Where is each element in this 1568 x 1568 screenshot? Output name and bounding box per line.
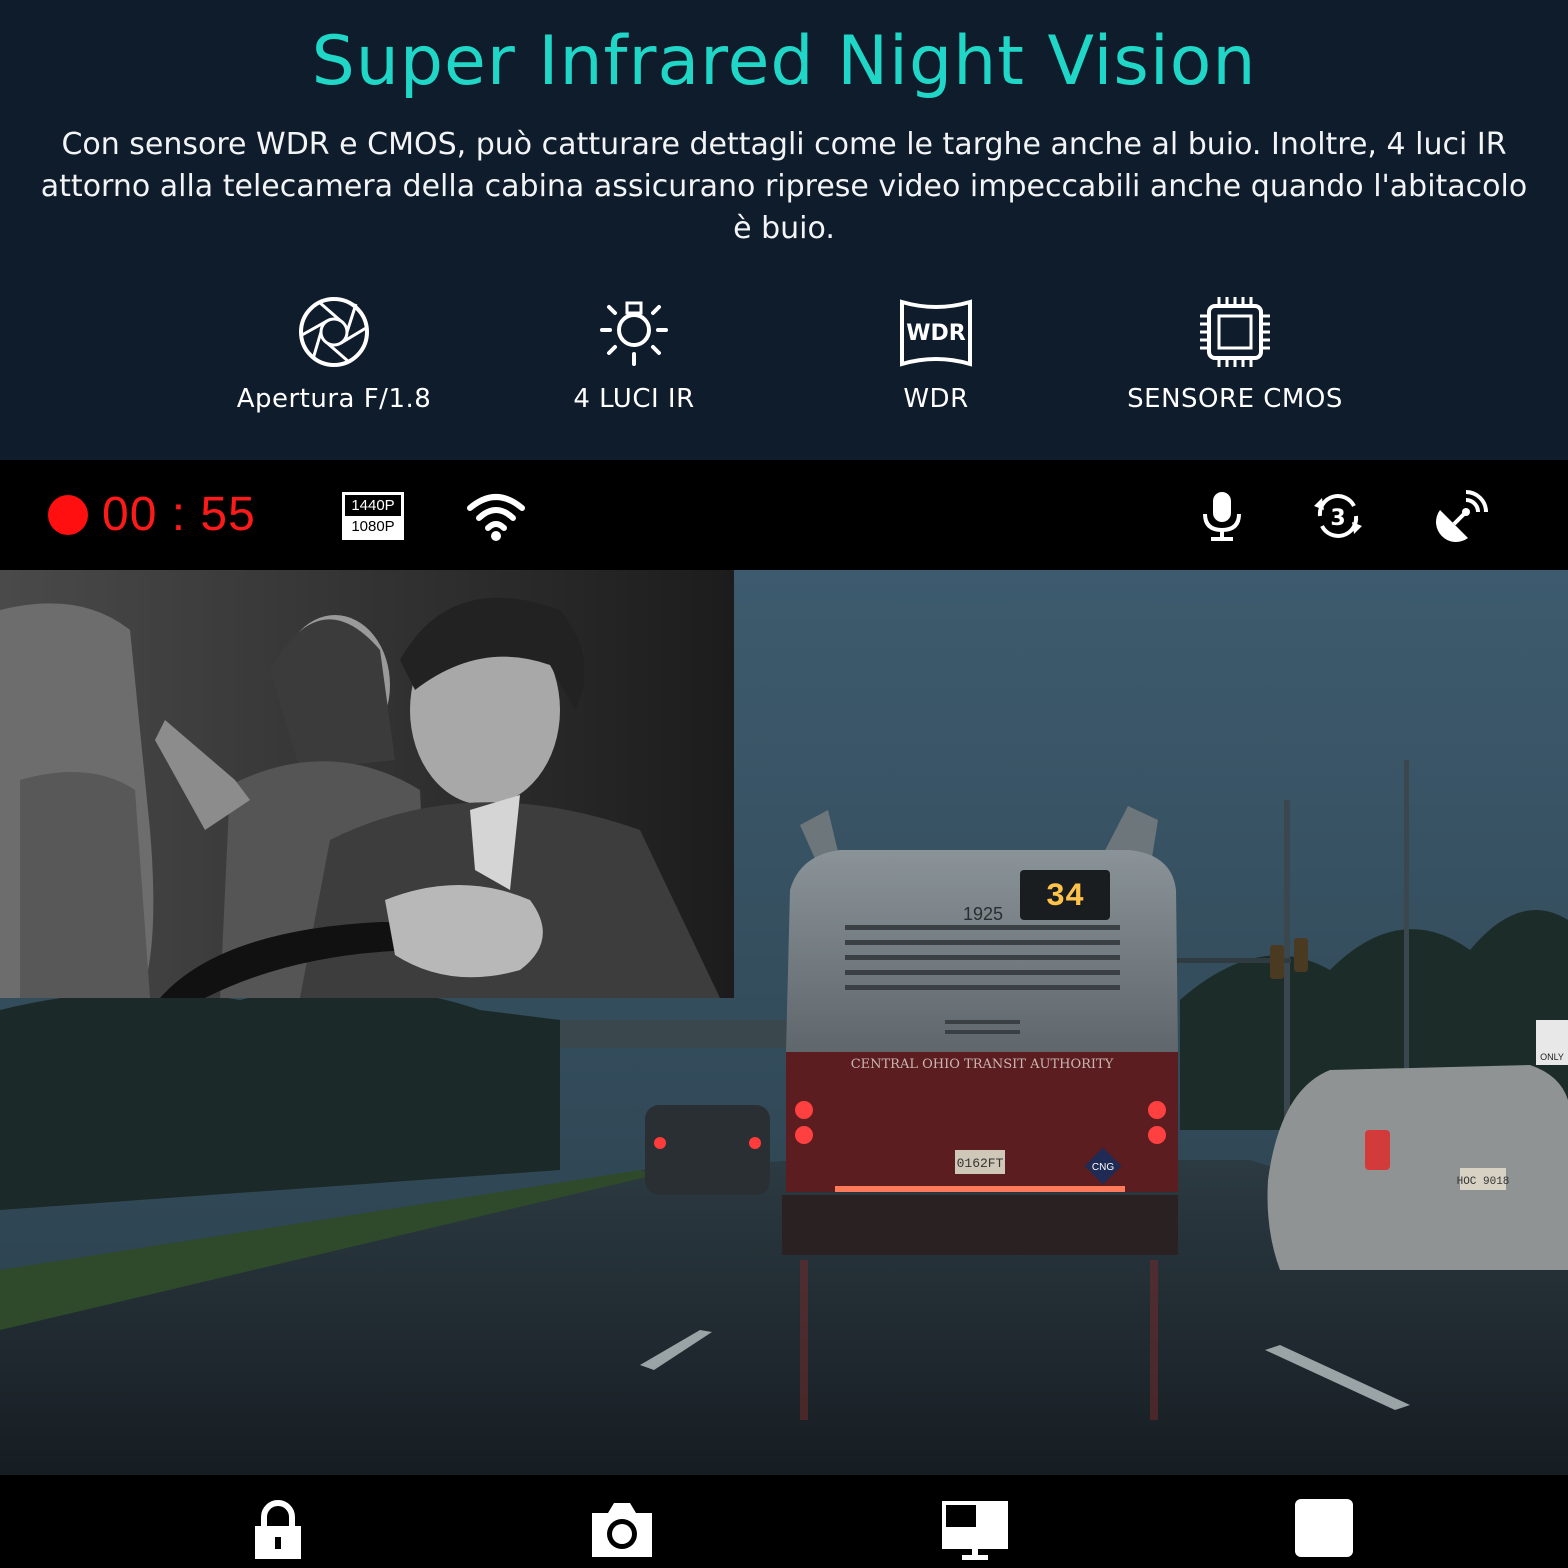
wdr-icon-text: WDR (906, 321, 966, 346)
camera-icon[interactable] (588, 1499, 656, 1561)
loop-interval: 3 (1330, 506, 1345, 531)
bus-route-number: 34 (1046, 878, 1084, 915)
feature-list: Apertura F/1.8 4 LUCI IR WDR WDR SENSORE… (0, 292, 1568, 432)
ir-light-icon (600, 301, 668, 366)
resolution-icon[interactable]: 1440P 1080P (342, 492, 404, 540)
stop-icon[interactable] (1295, 1499, 1353, 1557)
video-preview: 34 1925 CENTRAL OHIO TRANSIT AUTHORITY 0… (0, 570, 1568, 1475)
recording-timer: 00 : 55 (102, 488, 256, 541)
screen-mode-icon[interactable] (940, 1499, 1010, 1561)
camera-status-bar: 00 : 55 1440P 1080P 3 (0, 460, 1568, 570)
feature-label-aperture: Apertura F/1.8 (236, 384, 432, 414)
feature-ir-lights: 4 LUCI IR (474, 292, 794, 414)
lock-icon[interactable] (252, 1499, 304, 1561)
resolution-option-1440p: 1440P (345, 495, 401, 516)
wifi-icon[interactable] (466, 488, 526, 544)
record-icon (48, 495, 88, 535)
page-title: Super Infrared Night Vision (311, 22, 1257, 101)
aperture-icon (299, 297, 369, 367)
bus-operator-name: CENTRAL OHIO TRANSIT AUTHORITY (851, 1057, 1114, 1072)
feature-cmos: SENSORE CMOS (1075, 292, 1395, 414)
feature-aperture: Apertura F/1.8 (174, 292, 494, 414)
bus-fleet-number: 1925 (963, 904, 1003, 924)
cabin-infrared-view (0, 570, 734, 998)
feature-wdr: WDR WDR (776, 292, 1096, 414)
chip-icon (1200, 297, 1270, 367)
bus-license-plate: 0162FT (957, 1156, 1004, 1171)
road-sign-text: ONLY (1540, 1052, 1564, 1062)
wdr-icon: WDR (900, 299, 972, 367)
microphone-icon[interactable] (1192, 488, 1252, 544)
feature-info-panel: Super Infrared Night Vision Con sensore … (0, 0, 1568, 460)
camera-control-bar (0, 1475, 1568, 1568)
resolution-option-1080p: 1080P (345, 516, 401, 537)
cabin-camera-inset (0, 570, 734, 998)
feature-label-wdr: WDR (903, 384, 969, 414)
loop-recording-icon[interactable]: 3 (1308, 488, 1368, 544)
feature-label-cmos: SENSORE CMOS (1127, 384, 1343, 414)
feature-label-ir-lights: 4 LUCI IR (573, 384, 695, 414)
gps-icon[interactable] (1430, 488, 1490, 544)
bus-fuel-badge: CNG (1092, 1162, 1114, 1173)
car-license-plate: HOC 9018 (1457, 1176, 1510, 1188)
feature-description: Con sensore WDR e CMOS, può catturare de… (40, 127, 1528, 246)
